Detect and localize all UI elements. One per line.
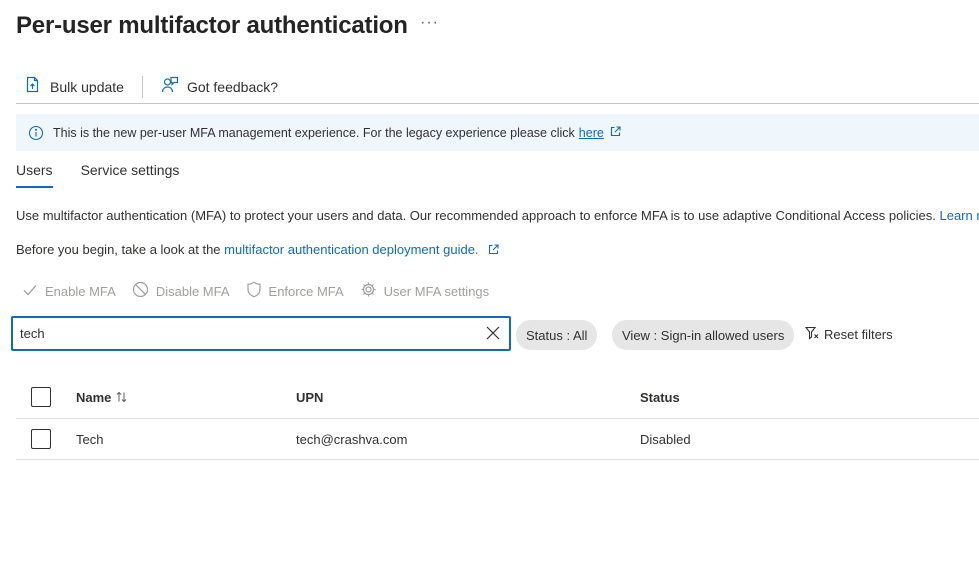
block-icon <box>132 281 156 301</box>
learn-more-link[interactable]: Learn m <box>939 208 979 223</box>
tab-users[interactable]: Users <box>16 160 53 188</box>
gear-icon <box>360 281 384 301</box>
enforce-mfa-button[interactable]: Enforce MFA <box>240 281 350 301</box>
tab-service-settings[interactable]: Service settings <box>81 160 180 188</box>
deployment-guide-note: Before you begin, take a look at the mul… <box>16 242 499 258</box>
legacy-experience-link[interactable]: here <box>579 126 604 140</box>
document-upload-icon <box>24 76 50 97</box>
disable-mfa-label: Disable MFA <box>155 283 230 299</box>
feedback-icon <box>161 76 187 97</box>
user-mfa-settings-label: User MFA settings <box>383 283 490 299</box>
name-header-label: Name <box>76 389 112 405</box>
banner-text: This is the new per-user MFA management … <box>53 125 575 140</box>
toolbar-divider <box>141 75 143 98</box>
column-header-status[interactable]: Status <box>640 376 680 418</box>
disable-mfa-button[interactable]: Disable MFA <box>126 281 236 301</box>
guide-prefix-text: Before you begin, take a look at the <box>16 242 221 257</box>
feedback-label: Got feedback? <box>186 78 279 95</box>
feedback-button[interactable]: Got feedback? <box>153 71 286 103</box>
shield-icon <box>246 281 269 301</box>
reset-filters-label: Reset filters <box>824 327 893 342</box>
description-text: Use multifactor authentication (MFA) to … <box>16 208 936 223</box>
column-header-upn[interactable]: UPN <box>296 376 323 418</box>
external-link-icon <box>610 125 621 140</box>
users-table: Name UPN Status Tech tech@crashva.com Di… <box>16 376 979 460</box>
user-status-cell: Disabled <box>640 431 691 447</box>
sort-icon <box>116 391 127 403</box>
row-checkbox[interactable] <box>31 429 51 449</box>
user-upn-cell: tech@crashva.com <box>296 431 408 447</box>
mfa-description: Use multifactor authentication (MFA) to … <box>16 208 979 223</box>
search-input[interactable] <box>20 326 460 341</box>
enable-mfa-label: Enable MFA <box>45 283 116 299</box>
mfa-action-bar: Enable MFA Disable MFA Enforce MFA User … <box>16 281 499 301</box>
table-header-row: Name UPN Status <box>16 376 979 419</box>
status-filter-pill[interactable]: Status : All <box>516 320 598 350</box>
select-all-checkbox[interactable] <box>31 387 51 407</box>
page-title: Per-user multifactor authentication <box>16 12 408 39</box>
deployment-guide-link[interactable]: multifactor authentication deployment gu… <box>224 242 478 257</box>
table-row[interactable]: Tech tech@crashva.com Disabled <box>16 419 979 460</box>
bulk-update-button[interactable]: Bulk update <box>16 71 132 103</box>
command-bar: Bulk update Got feedback? <box>16 70 979 104</box>
external-link-icon <box>488 243 499 258</box>
user-name-cell: Tech <box>76 431 104 447</box>
user-mfa-settings-button[interactable]: User MFA settings <box>354 281 495 301</box>
info-banner: This is the new per-user MFA management … <box>16 114 979 151</box>
search-box <box>11 316 511 351</box>
column-header-name[interactable]: Name <box>76 376 127 418</box>
info-icon <box>28 125 44 141</box>
enable-mfa-button[interactable]: Enable MFA <box>16 282 122 301</box>
view-filter-pill[interactable]: View : Sign-in allowed users <box>612 320 795 350</box>
bulk-update-label: Bulk update <box>50 78 124 95</box>
reset-filters-button[interactable]: Reset filters <box>804 326 893 343</box>
checkmark-icon <box>22 282 45 301</box>
enforce-mfa-label: Enforce MFA <box>268 283 344 299</box>
close-icon[interactable] <box>486 326 500 340</box>
filter-reset-icon <box>804 326 824 343</box>
tab-list: Users Service settings <box>16 160 207 188</box>
more-options-button[interactable]: ··· <box>420 14 439 32</box>
